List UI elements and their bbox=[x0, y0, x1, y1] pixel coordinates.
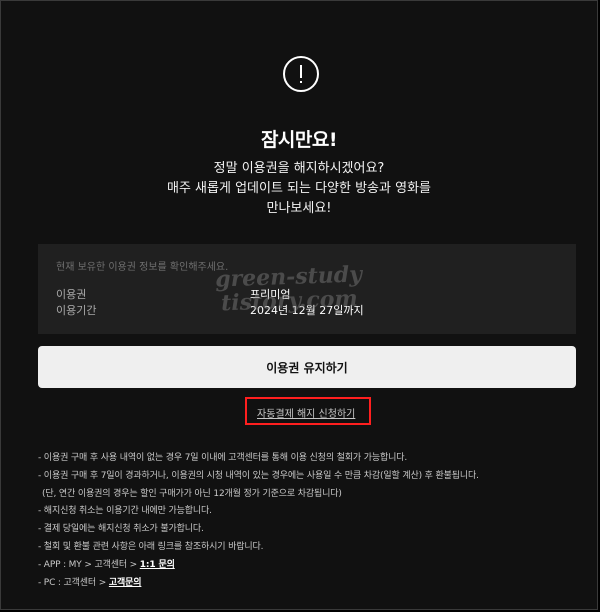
notice-item: - 이용권 구매 후 사용 내역이 없는 경우 7일 이내에 고객센터를 통해 … bbox=[38, 453, 408, 463]
notice-item: - 해지신청 취소는 이용기간 내에만 가능합니다. bbox=[38, 506, 212, 517]
notice-item: - 철회 및 환불 관련 사항은 아래 링크를 참조하시기 바랍니다. bbox=[38, 541, 264, 552]
ticket-value: 프리미엄 bbox=[250, 288, 291, 301]
notice-item-app: - APP : MY > 고객센터 > 1:1 문의 bbox=[38, 557, 578, 575]
period-value: 2024년 12월 27일까지 bbox=[250, 304, 364, 317]
info-heading: 현재 보유한 이용권 정보를 확인해주세요. bbox=[56, 262, 229, 273]
notice-item: - 결제 당일에는 해지신청 취소가 불가합니다. bbox=[38, 524, 204, 535]
notice-item: - 이용권 구매 후 7일이 경과하거나, 이용권의 시청 내역이 있는 경우에… bbox=[38, 470, 479, 481]
one-to-one-inquiry-link[interactable]: 1:1 문의 bbox=[140, 560, 175, 570]
subscription-info-box: 현재 보유한 이용권 정보를 확인해주세요. 이용권 프리미엄 이용기간 202… bbox=[38, 244, 576, 334]
cancel-auto-payment-link[interactable]: 자동결제 해지 신청하기 bbox=[257, 405, 355, 420]
cancel-subscription-dialog: 잠시만요! 정말 이용권을 해지하시겠어요? 매주 새롭게 업데이트 되는 다양… bbox=[0, 0, 598, 610]
highlight-box: 자동결제 해지 신청하기 bbox=[245, 397, 371, 425]
pc-path-text: - PC : 고객센터 > bbox=[38, 577, 109, 588]
notice-item-pc: - PC : 고객센터 > 고객문의 bbox=[38, 575, 578, 593]
period-label: 이용기간 bbox=[56, 304, 97, 317]
page-title: 잠시만요! bbox=[260, 129, 338, 151]
app-path-text: - APP : MY > 고객센터 > bbox=[38, 559, 140, 570]
exclamation-icon bbox=[283, 56, 319, 92]
subtitle-line-1: 정말 이용권을 해지하시겠어요? bbox=[213, 161, 385, 176]
customer-inquiry-link[interactable]: 고객문의 bbox=[109, 578, 142, 588]
subtitle-line-3: 만나보세요! bbox=[266, 201, 332, 216]
subtitle-line-2: 매주 새롭게 업데이트 되는 다양한 방송과 영화를 bbox=[167, 181, 431, 196]
keep-subscription-button[interactable]: 이용권 유지하기 bbox=[38, 346, 576, 388]
notice-list: - 이용권 구매 후 사용 내역이 없는 경우 7일 이내에 고객센터를 통해 … bbox=[38, 450, 578, 592]
ticket-label: 이용권 bbox=[56, 288, 87, 301]
notice-item: (단, 연간 이용권의 경우는 할인 구매가가 아닌 12개월 정가 기준으로 … bbox=[42, 488, 342, 499]
